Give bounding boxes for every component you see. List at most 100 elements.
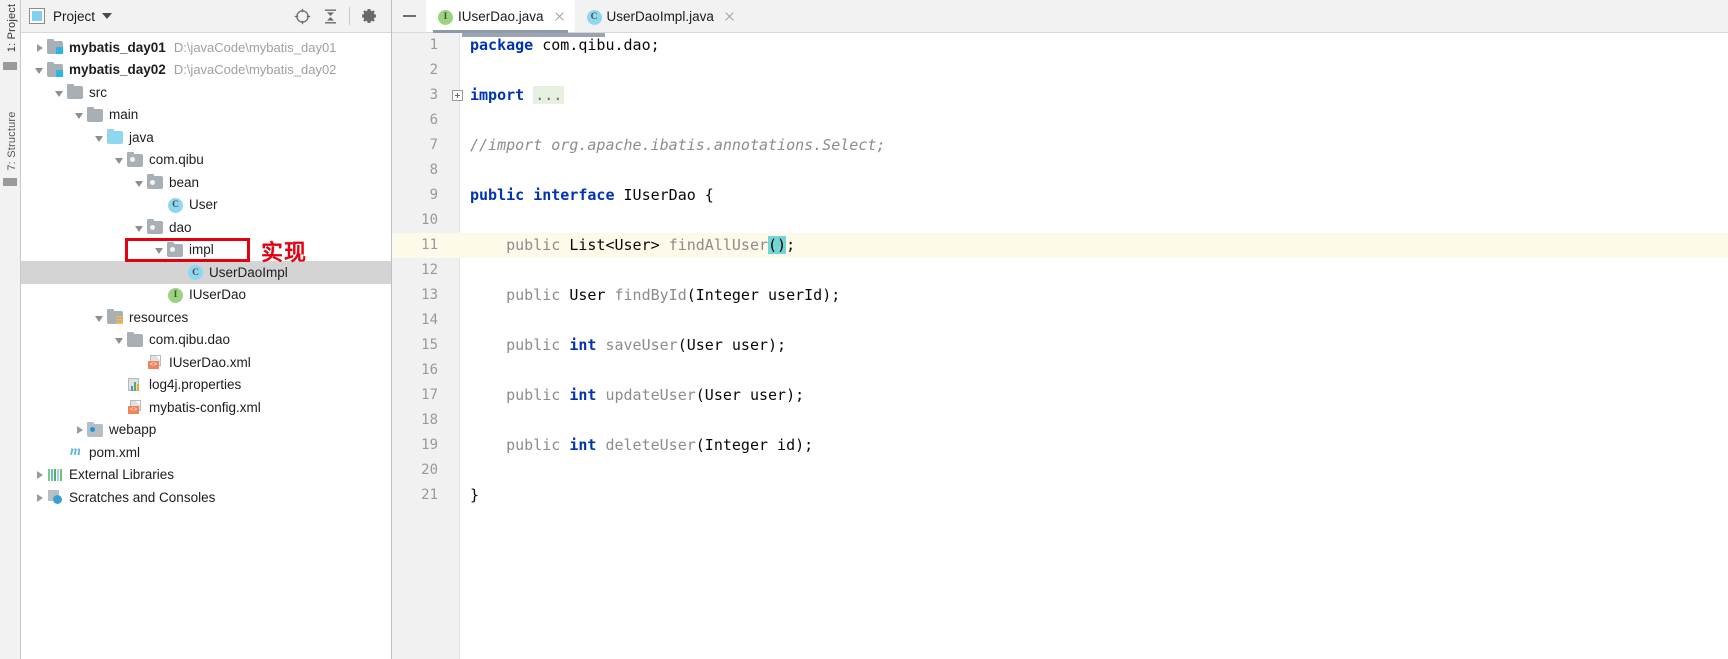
chevron-down-icon[interactable] [113, 153, 126, 166]
chevron-down-icon[interactable] [133, 221, 146, 234]
code-line-15[interactable]: 15 public int saveUser(User user); [392, 333, 1728, 358]
tree-item-main[interactable]: main [21, 104, 391, 127]
chevron-down-icon[interactable] [113, 333, 126, 346]
code-token: ... [533, 86, 565, 104]
tree-item-impl[interactable]: impl [21, 239, 391, 262]
chevron-right-icon[interactable] [33, 41, 46, 54]
chevron-down-icon[interactable] [93, 131, 106, 144]
chevron-right-icon[interactable] [73, 423, 86, 436]
tree-item-mybatis-config-xml[interactable]: <> mybatis-config.xml [21, 396, 391, 419]
code-line-18[interactable]: 18 [392, 408, 1728, 433]
chevron-down-icon[interactable] [102, 13, 113, 19]
chevron-down-icon[interactable] [133, 176, 146, 189]
code-token: int [569, 436, 606, 454]
code-line-16[interactable]: 16 [392, 358, 1728, 383]
gear-icon[interactable] [355, 3, 383, 29]
chevron-down-icon[interactable] [153, 243, 166, 256]
chevron-down-icon[interactable] [73, 108, 86, 121]
tree-item-pom-xml[interactable]: m pom.xml [21, 441, 391, 464]
tree-item-webapp[interactable]: webapp [21, 419, 391, 442]
code-line-1[interactable]: 1 package com.qibu.dao; [392, 33, 1728, 58]
code-line-13[interactable]: 13 public User findById(Integer userId); [392, 283, 1728, 308]
tree-item-label: UserDaoImpl [209, 264, 288, 280]
tree-item-log4j-properties[interactable]: log4j.properties [21, 374, 391, 397]
code-line-7[interactable]: 7 //import org.apache.ibatis.annotations.… [392, 133, 1728, 158]
code-token: findById [614, 286, 687, 304]
code-line-2[interactable]: 2 [392, 58, 1728, 83]
code-token: deleteUser [605, 436, 696, 454]
tree-item-scratches-and-consoles[interactable]: Scratches and Consoles [21, 486, 391, 509]
tree-item-user[interactable]: C User [21, 194, 391, 217]
editor-tab-iuserdao-java[interactable]: I IUserDao.java [426, 0, 575, 33]
code-line-14[interactable]: 14 [392, 308, 1728, 333]
code-line-6[interactable]: 6 [392, 108, 1728, 133]
code-token: User [569, 286, 615, 304]
java-class-icon: C [187, 264, 204, 281]
code-content[interactable]: 1 package com.qibu.dao; 2 3 import ... 6 7 //im… [392, 33, 1728, 659]
package-icon [167, 241, 184, 258]
tree-item-com-qibu[interactable]: com.qibu [21, 149, 391, 172]
tree-item-iuserdao-xml[interactable]: <> IUserDao.xml [21, 351, 391, 374]
chevron-right-icon[interactable] [33, 491, 46, 504]
tree-item-label: resources [129, 309, 189, 325]
tree-item-label: IUserDao [189, 287, 247, 302]
tool-window-button-structure[interactable]: 7: Structure [6, 107, 18, 175]
locate-target-icon[interactable] [288, 3, 316, 29]
close-icon[interactable] [723, 10, 736, 23]
folder-icon [67, 84, 84, 100]
chevron-right-icon[interactable] [33, 468, 46, 481]
editor-body[interactable]: 1 package com.qibu.dao; 2 3 import ... 6 7 //im… [392, 33, 1728, 659]
line-number: 19 [421, 437, 438, 453]
tree-item-com-qibu-dao[interactable]: com.qibu.dao [21, 329, 391, 352]
chevron-down-icon[interactable] [93, 311, 106, 324]
code-line-text: public int updateUser(User user); [470, 383, 804, 408]
code-line-8[interactable]: 8 [392, 158, 1728, 183]
code-line-12[interactable]: 12 [392, 258, 1728, 283]
code-fold-expand-icon[interactable] [452, 90, 463, 101]
line-number: 16 [421, 362, 438, 378]
editor-tab-label: IUserDao.java [458, 8, 544, 24]
code-line-20[interactable]: 20 [392, 458, 1728, 483]
code-line-11[interactable]: 11 public List<User> findAllUser(); [392, 233, 1728, 258]
tree-item-resources[interactable]: resources [21, 306, 391, 329]
chevron-down-icon[interactable] [53, 86, 66, 99]
close-icon[interactable] [553, 10, 566, 23]
tree-item-src[interactable]: src [21, 81, 391, 104]
tree-item-external-libraries[interactable]: External Libraries [21, 464, 391, 487]
code-line-3[interactable]: 3 import ... [392, 83, 1728, 108]
code-line-21[interactable]: 21} [392, 483, 1728, 508]
code-line-19[interactable]: 19 public int deleteUser(Integer id); [392, 433, 1728, 458]
line-number: 8 [429, 162, 438, 178]
code-token: (Integer id); [695, 436, 814, 454]
code-line-text: public List<User> findAllUser(); [470, 233, 795, 258]
source-folder-icon [107, 129, 124, 145]
line-number: 7 [429, 137, 438, 153]
code-token: findAllUser [668, 236, 769, 254]
code-line-9[interactable]: 9 public interface IUserDao { [392, 183, 1728, 208]
tree-item-userdaoimpl[interactable]: C UserDaoImpl [21, 261, 391, 284]
collapse-all-icon[interactable] [316, 3, 344, 29]
tree-item-iuserdao[interactable]: I IUserDao [21, 284, 391, 307]
chevron-down-icon[interactable] [33, 63, 46, 76]
xml-file-icon: <> [147, 354, 164, 370]
tree-item-dao[interactable]: dao [21, 216, 391, 239]
editor-tab-bar: I IUserDao.java C UserDaoImpl.java [392, 0, 1728, 33]
editor-tab-userdaoimpl-java[interactable]: C UserDaoImpl.java [575, 0, 745, 32]
resources-folder-icon [107, 309, 124, 325]
code-line-17[interactable]: 17 public int updateUser(User user); [392, 383, 1728, 408]
code-token: } [470, 486, 480, 504]
tree-item-bean[interactable]: bean [21, 171, 391, 194]
tree-item-mybatis-day02[interactable]: mybatis_day02 D:\javaCode\mybatis_day02 [21, 59, 391, 82]
project-tool-window: Project mybatis_day01 D:\javaCode\mybati… [21, 0, 392, 659]
code-token: public [506, 436, 570, 454]
tree-item-mybatis-day01[interactable]: mybatis_day01 D:\javaCode\mybatis_day01 [21, 36, 391, 59]
minimize-icon[interactable] [392, 0, 426, 32]
code-line-10[interactable]: 10 [392, 208, 1728, 233]
code-line-text: public int saveUser(User user); [470, 333, 786, 358]
project-tree[interactable]: mybatis_day01 D:\javaCode\mybatis_day01 my… [21, 33, 391, 659]
tool-window-button-project[interactable]: 1: Project [6, 0, 18, 62]
tree-item-path: D:\javaCode\mybatis_day02 [173, 62, 337, 78]
code-token: ; [786, 236, 796, 254]
tree-item-java[interactable]: java [21, 126, 391, 149]
